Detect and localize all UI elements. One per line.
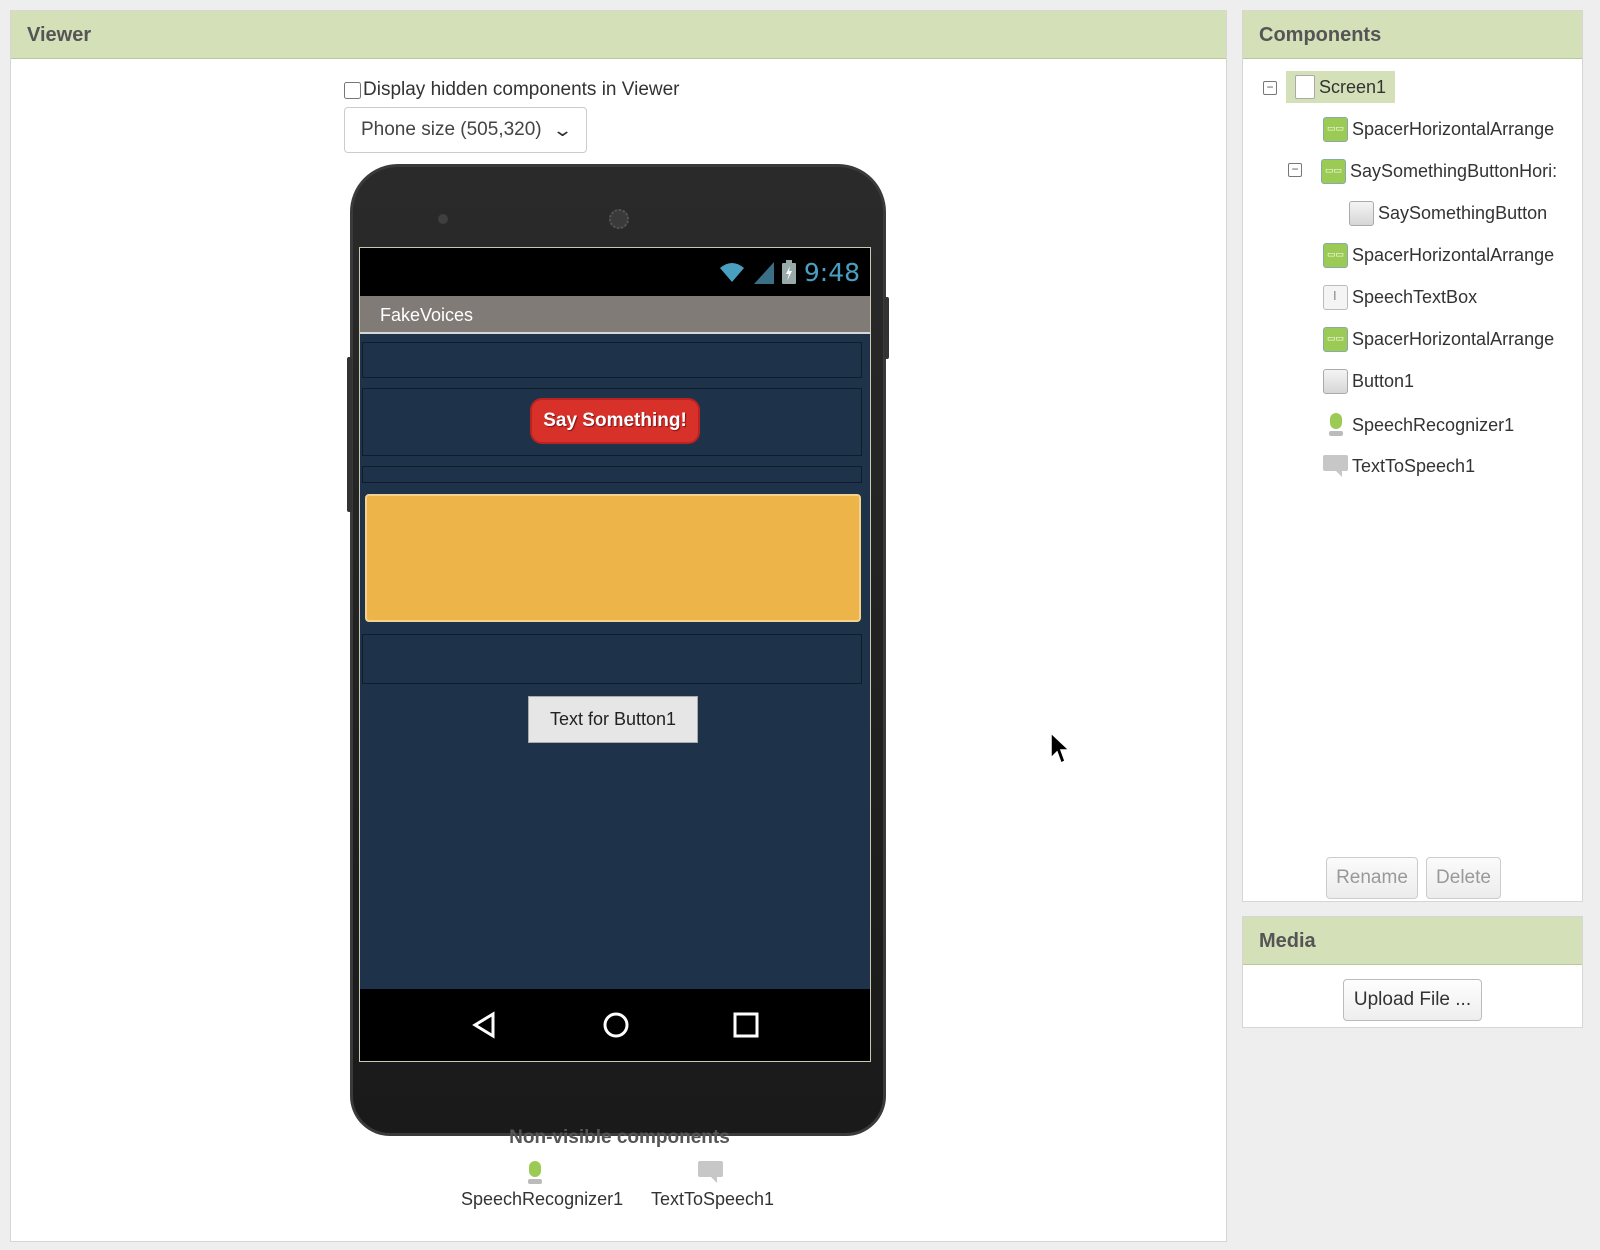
nonvisible-item-text-to-speech[interactable]: TextToSpeech1 xyxy=(640,1161,785,1210)
tree-item-screen1[interactable]: Screen1 xyxy=(1286,71,1396,103)
tree-item-label: SpacerHorizontalArrange xyxy=(1352,245,1555,265)
spacer-horizontal-arrangement[interactable] xyxy=(362,342,862,378)
app-title-bar: FakeVoices xyxy=(360,296,870,334)
phone-preview: 9:48 FakeVoices Say Something! Text for … xyxy=(347,164,889,1136)
horizontal-arrangement-icon xyxy=(1321,159,1346,184)
tree-item-label: SpeechTextBox xyxy=(1352,287,1478,307)
upload-file-button[interactable]: Upload File ... xyxy=(1343,979,1482,1021)
signal-icon xyxy=(753,262,774,284)
tree-item-label: SaySomethingButtonHori: xyxy=(1350,161,1558,181)
tree-item-speech-recognizer1[interactable]: SpeechRecognizer1 xyxy=(1323,413,1514,437)
recents-icon[interactable] xyxy=(733,1012,759,1038)
tree-item-spacer-horizontal-arrangement[interactable]: SpacerHorizontalArrange xyxy=(1323,117,1554,142)
tree-item-text-to-speech1[interactable]: TextToSpeech1 xyxy=(1323,455,1475,477)
say-something-button[interactable]: Say Something! xyxy=(530,398,700,444)
media-panel: Media Upload File ... xyxy=(1242,916,1583,1028)
tree-item-speech-text-box[interactable]: SpeechTextBox xyxy=(1323,285,1477,310)
tree-item-spacer-horizontal-arrangement[interactable]: SpacerHorizontalArrange xyxy=(1323,243,1554,268)
tree-item-label: SpeechRecognizer1 xyxy=(1352,414,1515,435)
tree-item-label: SaySomethingButton xyxy=(1378,203,1548,223)
chevron-down-icon: ⌄ xyxy=(551,119,574,140)
delete-button[interactable]: Delete xyxy=(1426,857,1501,899)
home-icon[interactable] xyxy=(602,1011,630,1039)
tree-item-label: Button1 xyxy=(1352,371,1415,391)
display-hidden-checkbox[interactable] xyxy=(344,81,361,99)
button-icon xyxy=(1323,369,1348,394)
tree-item-button1[interactable]: Button1 xyxy=(1323,369,1414,394)
back-icon[interactable] xyxy=(471,1011,499,1039)
collapse-icon[interactable]: − xyxy=(1288,163,1302,177)
tree-item-say-something-button-horizontal[interactable]: SaySomethingButtonHori: xyxy=(1321,159,1557,184)
button1[interactable]: Text for Button1 xyxy=(528,696,698,743)
phone-camera-icon xyxy=(609,209,629,229)
screen-icon xyxy=(1295,75,1315,99)
rename-button[interactable]: Rename xyxy=(1326,857,1418,899)
battery-icon xyxy=(781,260,796,284)
speech-text-box[interactable] xyxy=(365,494,861,622)
tree-item-say-something-button[interactable]: SaySomethingButton xyxy=(1349,201,1547,226)
microphone-icon xyxy=(1329,413,1343,437)
phone-power-button xyxy=(884,297,889,359)
microphone-icon xyxy=(527,1161,542,1185)
speech-bubble-icon xyxy=(698,1161,723,1183)
tree-item-label: SpacerHorizontalArrange xyxy=(1352,119,1555,139)
status-bar: 9:48 xyxy=(360,248,870,296)
tree-item-label: Screen1 xyxy=(1319,76,1387,97)
display-hidden-components-toggle[interactable]: Display hidden components in Viewer xyxy=(344,79,680,101)
viewer-panel: Viewer Display hidden components in View… xyxy=(10,10,1227,1242)
phone-size-select[interactable]: Phone size (505,320) ⌄ xyxy=(344,107,587,153)
horizontal-arrangement-icon xyxy=(1323,117,1348,142)
tree-item-spacer-horizontal-arrangement[interactable]: SpacerHorizontalArrange xyxy=(1323,327,1554,352)
textbox-icon xyxy=(1323,285,1348,310)
components-title: Components xyxy=(1243,11,1582,59)
media-title: Media xyxy=(1243,917,1582,965)
phone-size-value: Phone size (505,320) xyxy=(361,119,542,140)
nonvisible-item-label: TextToSpeech1 xyxy=(650,1189,775,1209)
components-panel: Components − Screen1 SpacerHorizontalArr… xyxy=(1242,10,1583,902)
collapse-icon[interactable]: − xyxy=(1263,81,1277,95)
viewer-title: Viewer xyxy=(11,11,1226,59)
non-visible-components-title: Non-visible components xyxy=(509,1127,730,1148)
status-clock: 9:48 xyxy=(803,257,860,287)
android-nav-bar xyxy=(360,989,870,1061)
display-hidden-label: Display hidden components in Viewer xyxy=(363,79,680,100)
nonvisible-item-speech-recognizer[interactable]: SpeechRecognizer1 xyxy=(461,1161,623,1210)
tree-item-label: SpacerHorizontalArrange xyxy=(1352,329,1555,349)
mouse-pointer-icon xyxy=(1050,732,1071,765)
wifi-icon xyxy=(719,263,744,282)
spacer-horizontal-arrangement[interactable] xyxy=(362,634,862,684)
phone-sensor-icon xyxy=(438,214,448,224)
button-icon xyxy=(1349,201,1374,226)
spacer-horizontal-arrangement[interactable] xyxy=(362,466,862,483)
tree-item-label: TextToSpeech1 xyxy=(1352,455,1476,476)
phone-screen: 9:48 FakeVoices Say Something! Text for … xyxy=(359,247,871,1062)
horizontal-arrangement-icon xyxy=(1323,243,1348,268)
phone-volume-button xyxy=(347,357,352,512)
horizontal-arrangement-icon xyxy=(1323,327,1348,352)
speech-bubble-icon xyxy=(1323,455,1348,477)
nonvisible-item-label: SpeechRecognizer1 xyxy=(461,1189,624,1209)
